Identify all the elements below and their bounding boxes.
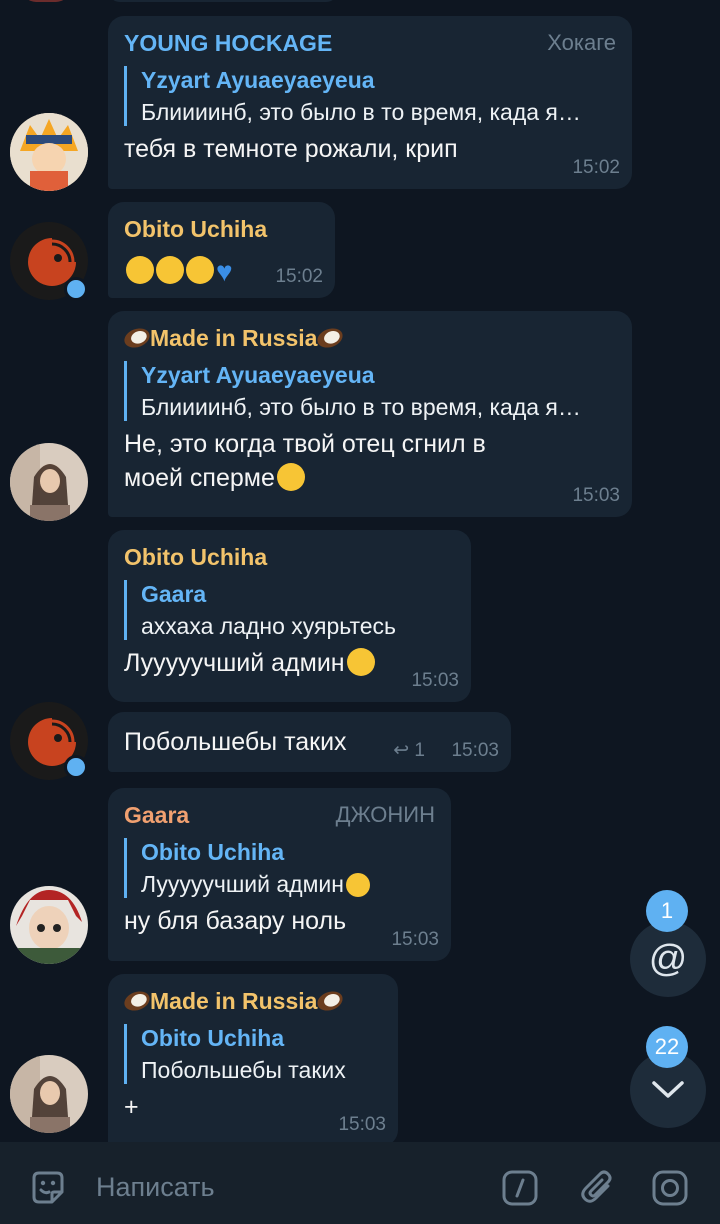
message-bubble[interactable]: YOUNG HOCKAGE Хокаге Yzyart Ayuaeyaeyeua… [108, 16, 632, 189]
reply-sender: Obito Uchiha [141, 839, 285, 865]
reply-text: Лууууучший админ [141, 870, 435, 898]
mentions-button[interactable]: @ [630, 921, 706, 997]
reply-sender: Gaara [141, 581, 207, 607]
camera-icon[interactable] [648, 1166, 692, 1210]
command-icon[interactable] [498, 1166, 542, 1210]
emoji-icon[interactable] [26, 1166, 70, 1210]
message-bubble[interactable]: Made in Russia Yzyart Ayuaeyaeyeua Блиии… [108, 311, 632, 517]
message-time: 15:02 [572, 157, 620, 178]
member-rank: ДЖОНИН [335, 802, 435, 827]
reply-quote[interactable]: Yzyart Ayuaeyaeyeua Блиииинб, это было в… [124, 361, 616, 421]
coconut-icon [315, 988, 346, 1014]
unread-badge: 22 [646, 1026, 688, 1068]
coconut-icon [315, 325, 346, 351]
message-time: 15:03 [451, 740, 499, 761]
sender-name[interactable]: Made in Russia [121, 325, 616, 351]
reply-text: Побольшебы таких [141, 1057, 346, 1083]
joy-emoji-icon [186, 256, 214, 284]
reply-quote[interactable]: Obito Uchiha Побольшебы таких [124, 1024, 382, 1084]
reply-text: аххаха ладно хуярьтесь [141, 613, 396, 639]
reply-arrow-icon: ↩ [393, 740, 410, 761]
message-text: тебя в темноте рожали, крип [124, 135, 458, 163]
sender-name[interactable]: Obito Uchiha [124, 544, 455, 570]
message-time: 15:03 [572, 485, 620, 506]
online-indicator [64, 755, 88, 779]
avatar-made-in-russia[interactable] [10, 443, 88, 521]
reply-quote[interactable]: Obito Uchiha Лууууучший админ [124, 838, 435, 898]
blue-heart-icon: ♥ [216, 256, 233, 287]
message-text-line: Не, это когда твой отец сгнил в [124, 430, 486, 458]
message-time: 15:03 [338, 1114, 386, 1135]
joy-emoji-icon [156, 256, 184, 284]
message-text: Побольшебы таких [124, 728, 347, 756]
at-sign-icon: @ [648, 937, 688, 980]
avatar-made-in-russia[interactable] [10, 1055, 88, 1133]
reply-quote[interactable]: Gaara аххаха ладно хуярьтесь [124, 580, 455, 640]
message-bubble[interactable]: Made in Russia Obito Uchiha Побольшебы т… [108, 974, 398, 1146]
message-text: Лууууучший админ [124, 646, 455, 680]
reply-text: Блиииинб, это было в то время, када я… [141, 394, 581, 420]
message-text-line: моей сперме [124, 461, 616, 495]
message-bubble[interactable]: Obito Uchiha ♥ 15:02 [108, 202, 335, 298]
coconut-icon [121, 988, 153, 1014]
message-bubble[interactable]: Gaara ДЖОНИН Obito Uchiha Лууууучший адм… [108, 788, 451, 961]
coconut-icon [121, 325, 153, 351]
message-text-content: Лууууучший админ [124, 649, 345, 677]
message-text-line-content: моей сперме [124, 464, 275, 492]
chevron-down-icon [652, 1081, 684, 1098]
message-bubble[interactable]: Побольшебы таких ↩ 1 15:03 [108, 712, 511, 772]
avatar-gaara[interactable] [10, 886, 88, 964]
reply-text: Блиииинб, это было в то время, када я… [141, 99, 581, 125]
sender-name[interactable]: Obito Uchiha [124, 216, 319, 242]
sender-name-text: Made in Russia [150, 988, 318, 1014]
avatar-young-hockage[interactable] [10, 113, 88, 191]
previous-avatar-fragment [22, 0, 70, 2]
message-text: Не, это когда твой отец сгнил в моей спе… [124, 427, 616, 495]
reply-count: 1 [414, 740, 425, 761]
message-text: ну бля базару ноль [124, 907, 347, 935]
message-input[interactable]: Написать [96, 1170, 215, 1204]
sender-name-text: Made in Russia [150, 325, 318, 351]
reply-text-content: Лууууучший админ [141, 871, 344, 897]
reply-quote[interactable]: Yzyart Ayuaeyaeyeua Блиииинб, это было в… [124, 66, 616, 126]
joy-emoji-icon [345, 873, 370, 897]
attach-icon[interactable] [576, 1166, 620, 1210]
message-time: 15:03 [411, 670, 459, 691]
previous-message-fragment [108, 0, 338, 2]
online-indicator [64, 277, 88, 301]
sender-name[interactable]: Made in Russia [121, 988, 382, 1014]
reply-sender: Obito Uchiha [141, 1025, 285, 1051]
mentions-badge: 1 [646, 890, 688, 932]
smiling-emoji-icon [276, 463, 305, 491]
composer-bar: Написать [0, 1142, 720, 1224]
reply-sender: Yzyart Ayuaeyaeyeua [141, 362, 375, 388]
member-rank: Хокаге [547, 30, 616, 55]
sender-name[interactable]: YOUNG HOCKAGE [124, 30, 616, 56]
reply-sender: Yzyart Ayuaeyaeyeua [141, 67, 375, 93]
message-bubble[interactable]: Obito Uchiha Gaara аххаха ладно хуярьтес… [108, 530, 471, 702]
joy-emoji-icon [346, 648, 375, 676]
message-time: 15:03 [391, 929, 439, 950]
joy-emoji-icon [126, 256, 154, 284]
message-time: 15:02 [275, 266, 323, 287]
replies-counter[interactable]: ↩ 1 [393, 739, 425, 762]
